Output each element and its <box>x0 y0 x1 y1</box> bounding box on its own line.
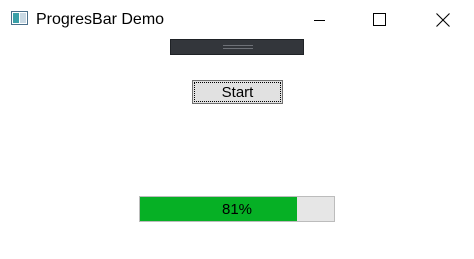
app-window-icon <box>11 11 28 25</box>
maximize-icon <box>373 13 386 26</box>
grip-line <box>223 45 253 46</box>
window-title: ProgresBar Demo <box>36 11 165 28</box>
title-bar[interactable]: ProgresBar Demo <box>0 0 474 40</box>
close-button[interactable] <box>420 0 466 40</box>
close-icon <box>436 13 450 27</box>
grip-line <box>223 48 253 49</box>
drag-handle-bar[interactable] <box>170 39 304 55</box>
start-button[interactable]: Start <box>192 80 283 104</box>
maximize-button[interactable] <box>357 0 403 40</box>
main-window: ProgresBar Demo Start 81% <box>0 0 474 259</box>
progress-bar: 81% <box>139 196 335 222</box>
minimize-icon <box>314 20 325 21</box>
progress-label: 81% <box>221 200 253 218</box>
minimize-button[interactable] <box>297 0 343 40</box>
start-button-label: Start <box>194 82 281 102</box>
